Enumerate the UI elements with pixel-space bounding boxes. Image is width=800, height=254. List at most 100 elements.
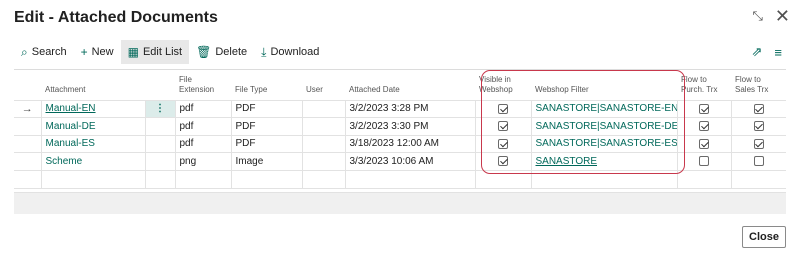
- col-attached-date[interactable]: Attached Date: [345, 72, 475, 100]
- filter-cell[interactable]: SANASTORE|SANASTORE-EN: [530, 99, 678, 118]
- filter-cell[interactable]: SANASTORE: [530, 152, 677, 170]
- sales-checkbox[interactable]: [753, 156, 764, 167]
- dots-cell[interactable]: [144, 152, 175, 170]
- purch-checkbox[interactable]: [699, 156, 709, 167]
- dots-cell[interactable]: [144, 117, 175, 135]
- date-cell[interactable]: 3/3/2023 10:06 AM: [344, 152, 475, 170]
- purch-cell[interactable]: [676, 134, 731, 153]
- col-flow-sales[interactable]: Flow to Sales Trx: [731, 72, 786, 100]
- row-actions-icon[interactable]: ⋮: [144, 99, 175, 118]
- date-cell[interactable]: 3/2/2023 3:28 PM: [344, 99, 475, 118]
- sales-checkbox[interactable]: [753, 121, 764, 132]
- attachment-cell[interactable]: Manual-DE: [40, 117, 145, 135]
- visible-checkbox[interactable]: [498, 121, 508, 132]
- ext-cell[interactable]: pdf: [174, 117, 231, 135]
- attachment-link[interactable]: Scheme: [46, 156, 83, 167]
- date-cell[interactable]: 3/18/2023 12:00 AM: [344, 134, 475, 153]
- ext-cell[interactable]: pdf: [174, 99, 231, 118]
- sales-cell[interactable]: [730, 169, 786, 189]
- type-cell[interactable]: PDF: [230, 117, 302, 135]
- download-button[interactable]: ⤓ Download: [254, 40, 326, 64]
- type-cell[interactable]: PDF: [230, 99, 302, 118]
- ext-cell[interactable]: pdf: [174, 134, 231, 153]
- ext-cell[interactable]: png: [174, 152, 231, 170]
- col-file-extension[interactable]: File Extension: [175, 72, 231, 100]
- user-cell[interactable]: [301, 152, 345, 170]
- sales-cell[interactable]: [730, 99, 786, 118]
- user-cell[interactable]: [301, 134, 345, 153]
- table-row[interactable]: Manual-DE pdf PDF 3/2/2023 3:30 PM SANAS…: [14, 117, 786, 135]
- visible-cell[interactable]: [474, 169, 531, 189]
- purch-cell[interactable]: [676, 99, 731, 118]
- ext-cell[interactable]: [174, 169, 231, 189]
- purch-cell[interactable]: [676, 152, 731, 170]
- user-cell[interactable]: [301, 169, 345, 189]
- col-file-type[interactable]: File Type: [231, 72, 302, 100]
- purch-checkbox[interactable]: [699, 103, 709, 114]
- dots-cell[interactable]: [144, 134, 175, 153]
- new-button[interactable]: + New: [74, 40, 121, 64]
- visible-checkbox[interactable]: [498, 138, 508, 149]
- row-select[interactable]: [14, 169, 41, 189]
- filter-link[interactable]: SANASTORE|SANASTORE-DE: [536, 121, 678, 132]
- close-button[interactable]: Close: [742, 226, 786, 248]
- row-select[interactable]: [14, 152, 41, 170]
- attachment-link[interactable]: Manual-EN: [46, 103, 96, 114]
- share-icon[interactable]: ⇗: [752, 44, 763, 60]
- filter-link[interactable]: SANASTORE|SANASTORE-ES: [536, 138, 678, 149]
- row-select[interactable]: [14, 117, 41, 135]
- user-cell[interactable]: [301, 99, 345, 118]
- purch-checkbox[interactable]: [699, 138, 709, 149]
- col-flow-purch[interactable]: Flow to Purch. Trx: [677, 72, 731, 100]
- col-visible-webshop[interactable]: Visible in Webshop: [475, 72, 531, 100]
- attachment-link[interactable]: Manual-ES: [46, 138, 95, 149]
- col-dots: [145, 72, 175, 100]
- date-cell[interactable]: 3/2/2023 3:30 PM: [344, 117, 475, 135]
- user-cell[interactable]: [301, 117, 345, 135]
- col-user[interactable]: User: [302, 72, 345, 100]
- sales-checkbox[interactable]: [753, 103, 764, 114]
- purch-cell[interactable]: [676, 117, 731, 135]
- edit-list-button[interactable]: ▦ Edit List: [120, 40, 190, 64]
- visible-cell[interactable]: [474, 152, 531, 170]
- purch-checkbox[interactable]: [699, 121, 709, 132]
- collapse-icon[interactable]: ⤡: [753, 8, 763, 24]
- dots-cell[interactable]: [144, 169, 175, 189]
- col-attachment[interactable]: Attachment: [41, 72, 145, 100]
- attachment-cell[interactable]: Scheme: [40, 152, 145, 170]
- table-row[interactable]: → Manual-EN ⋮ pdf PDF 3/2/2023 3:28 PM S…: [14, 99, 786, 118]
- sales-checkbox[interactable]: [753, 138, 764, 149]
- visible-checkbox[interactable]: [498, 156, 508, 167]
- delete-button[interactable]: 🗑 Delete: [189, 40, 254, 64]
- filter-link[interactable]: SANASTORE|SANASTORE-EN: [536, 103, 678, 114]
- sales-cell[interactable]: [730, 134, 786, 153]
- close-icon[interactable]: ✕: [775, 7, 790, 25]
- sales-cell[interactable]: [730, 152, 786, 170]
- attachment-cell[interactable]: Manual-ES: [40, 134, 145, 153]
- table-row[interactable]: Manual-ES pdf PDF 3/18/2023 12:00 AM SAN…: [14, 134, 786, 153]
- col-webshop-filter[interactable]: Webshop Filter: [531, 72, 677, 100]
- type-cell[interactable]: PDF: [230, 134, 302, 153]
- visible-cell[interactable]: [474, 117, 531, 135]
- attachment-cell[interactable]: Manual-EN: [40, 99, 145, 118]
- search-button[interactable]: ⌕ Search: [14, 40, 74, 64]
- filter-cell[interactable]: [530, 169, 677, 189]
- visible-cell[interactable]: [474, 134, 531, 153]
- visible-checkbox[interactable]: [498, 103, 508, 114]
- visible-cell[interactable]: [474, 99, 531, 118]
- new-row[interactable]: [14, 169, 786, 189]
- attachment-cell[interactable]: [40, 169, 145, 189]
- type-cell[interactable]: Image: [230, 152, 302, 170]
- filter-link[interactable]: SANASTORE: [536, 156, 598, 167]
- date-cell[interactable]: [344, 169, 475, 189]
- table-row[interactable]: Scheme png Image 3/3/2023 10:06 AM SANAS…: [14, 152, 786, 170]
- purch-cell[interactable]: [676, 169, 731, 189]
- type-cell[interactable]: [230, 169, 302, 189]
- list-view-icon[interactable]: ≡: [774, 45, 782, 60]
- search-label: Search: [31, 46, 67, 58]
- attachment-link[interactable]: Manual-DE: [46, 121, 96, 132]
- sales-cell[interactable]: [730, 117, 786, 135]
- filter-cell[interactable]: SANASTORE|SANASTORE-DE: [530, 117, 678, 135]
- filter-cell[interactable]: SANASTORE|SANASTORE-ES: [530, 134, 678, 153]
- row-select[interactable]: [14, 134, 41, 153]
